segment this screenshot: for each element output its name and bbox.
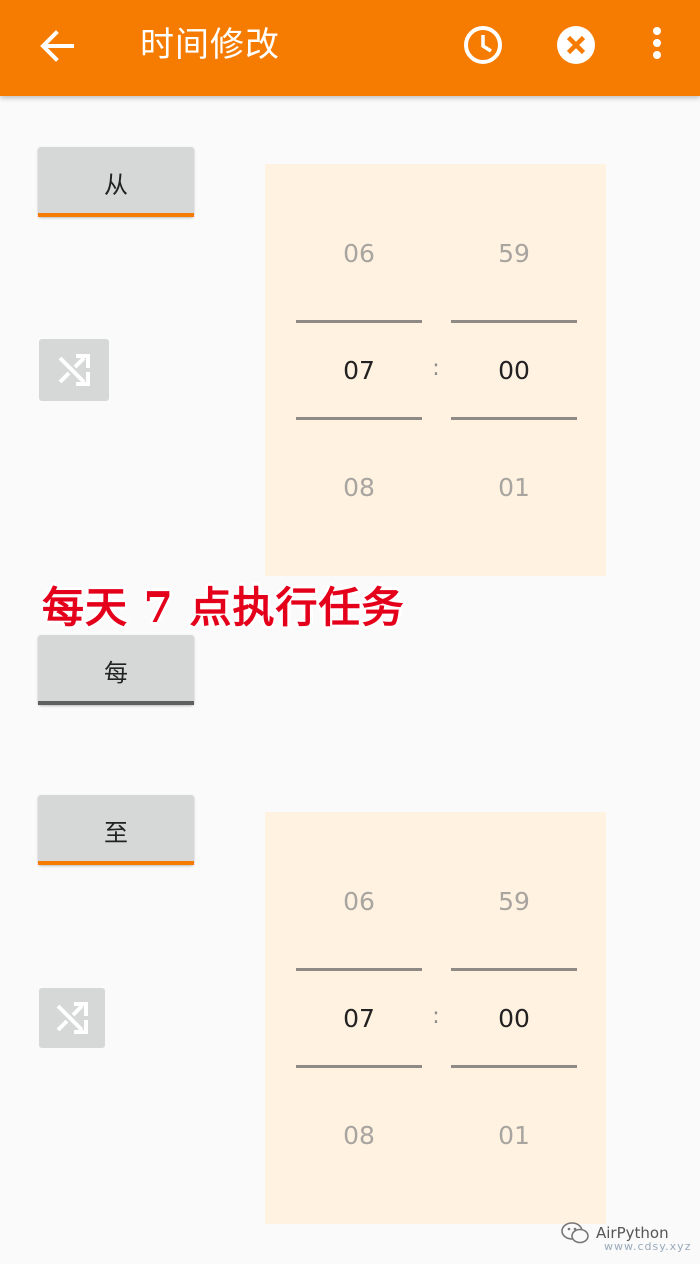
minute-column[interactable]: 59 00 01	[451, 164, 577, 576]
shuffle-icon	[56, 1002, 88, 1034]
time-separator: :	[432, 356, 440, 381]
hour-selected[interactable]: 07	[296, 354, 422, 388]
to-time-picker[interactable]: 06 07 08 : 59 00 01	[265, 812, 606, 1224]
to-button[interactable]: 至	[38, 795, 194, 865]
close-circle-icon[interactable]	[553, 22, 599, 68]
hour-next[interactable]: 08	[296, 471, 422, 505]
divider	[451, 320, 577, 323]
to-shuffle-button[interactable]	[39, 988, 105, 1048]
minute-next[interactable]: 01	[451, 471, 577, 505]
divider	[451, 1065, 577, 1068]
divider	[296, 968, 422, 971]
hour-column[interactable]: 06 07 08	[296, 812, 422, 1224]
minute-selected[interactable]: 00	[451, 354, 577, 388]
overlay-caption: 每天 7 点执行任务	[42, 583, 405, 632]
hour-prev[interactable]: 06	[296, 237, 422, 271]
hour-prev[interactable]: 06	[296, 885, 422, 919]
every-button-label: 每	[104, 658, 128, 687]
hour-column[interactable]: 06 07 08	[296, 164, 422, 576]
divider	[296, 417, 422, 420]
minute-prev[interactable]: 59	[451, 885, 577, 919]
wechat-icon	[561, 1222, 589, 1244]
watermark: AirPython www.cdsy.xyz	[560, 1218, 690, 1253]
time-separator: :	[432, 1004, 440, 1029]
more-vert-icon[interactable]	[640, 22, 674, 68]
to-button-label: 至	[104, 818, 128, 847]
minute-prev[interactable]: 59	[451, 237, 577, 271]
shuffle-icon	[58, 354, 90, 386]
watermark-url: www.cdsy.xyz	[604, 1240, 692, 1253]
from-time-picker[interactable]: 06 07 08 : 59 00 01	[265, 164, 606, 576]
app-bar: 时间修改	[0, 0, 700, 96]
divider	[451, 417, 577, 420]
divider	[296, 320, 422, 323]
hour-next[interactable]: 08	[296, 1119, 422, 1153]
from-shuffle-button[interactable]	[39, 339, 109, 401]
from-button[interactable]: 从	[38, 147, 194, 217]
to-button-underline	[38, 861, 194, 865]
every-button-underline	[38, 701, 194, 705]
divider	[296, 1065, 422, 1068]
from-button-label: 从	[104, 170, 128, 199]
arrow-back-icon[interactable]	[36, 26, 76, 66]
minute-selected[interactable]: 00	[451, 1002, 577, 1036]
minute-next[interactable]: 01	[451, 1119, 577, 1153]
from-button-underline	[38, 213, 194, 217]
every-button[interactable]: 每	[38, 635, 194, 705]
hour-selected[interactable]: 07	[296, 1002, 422, 1036]
divider	[451, 968, 577, 971]
minute-column[interactable]: 59 00 01	[451, 812, 577, 1224]
page-title: 时间修改	[140, 25, 280, 65]
clock-icon[interactable]	[460, 22, 506, 68]
